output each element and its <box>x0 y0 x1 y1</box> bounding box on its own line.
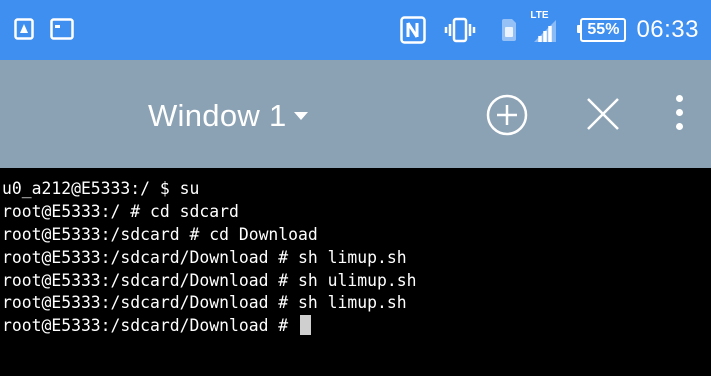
terminal-line: root@E5333:/ # cd sdcard <box>2 201 239 221</box>
terminal-line: u0_a212@E5333:/ $ su <box>2 179 200 198</box>
terminal-prompt-line[interactable]: root@E5333:/sdcard/Download # <box>2 315 711 338</box>
terminal-line: root@E5333:/sdcard/Download # sh limup.s… <box>2 247 407 267</box>
dropdown-arrow-icon <box>293 108 309 126</box>
more-vert-icon <box>676 95 683 102</box>
terminal-line: root@E5333:/sdcard # cd Download <box>2 224 318 244</box>
window-selector[interactable]: Window 1 <box>148 98 309 134</box>
add-window-button[interactable] <box>484 92 530 143</box>
status-bar-right: LTE 55% 06:33 <box>400 10 699 46</box>
close-window-button[interactable] <box>582 93 624 140</box>
nfc-icon <box>400 16 427 44</box>
close-icon <box>587 98 619 130</box>
terminal-output[interactable]: u0_a212@E5333:/ $ su root@E5333:/ # cd s… <box>0 168 711 376</box>
terminal-line: root@E5333:/sdcard/Download # sh ulimup.… <box>2 270 417 290</box>
terminal-line: root@E5333:/sdcard/Download # sh limup.s… <box>2 293 407 313</box>
app-bar: Window 1 <box>0 60 711 168</box>
overflow-menu-button[interactable] <box>670 93 690 133</box>
network-type-label: LTE <box>530 10 549 21</box>
battery-percent: 55% <box>587 21 620 38</box>
clock: 06:33 <box>636 16 699 43</box>
window-title: Window 1 <box>148 98 287 133</box>
terminal-cursor <box>300 315 312 336</box>
status-bar-left <box>14 18 74 40</box>
cast-icon <box>50 18 74 40</box>
terminal-prompt: root@E5333:/sdcard/Download # <box>2 316 299 336</box>
screenshot-icon <box>14 18 34 40</box>
battery-indicator: 55% <box>577 18 627 42</box>
vibrate-icon <box>444 17 476 43</box>
sim-icon <box>500 17 518 43</box>
status-bar: LTE 55% 06:33 <box>0 0 711 60</box>
plus-circle-icon <box>486 94 528 136</box>
signal-icon: LTE <box>528 10 558 44</box>
